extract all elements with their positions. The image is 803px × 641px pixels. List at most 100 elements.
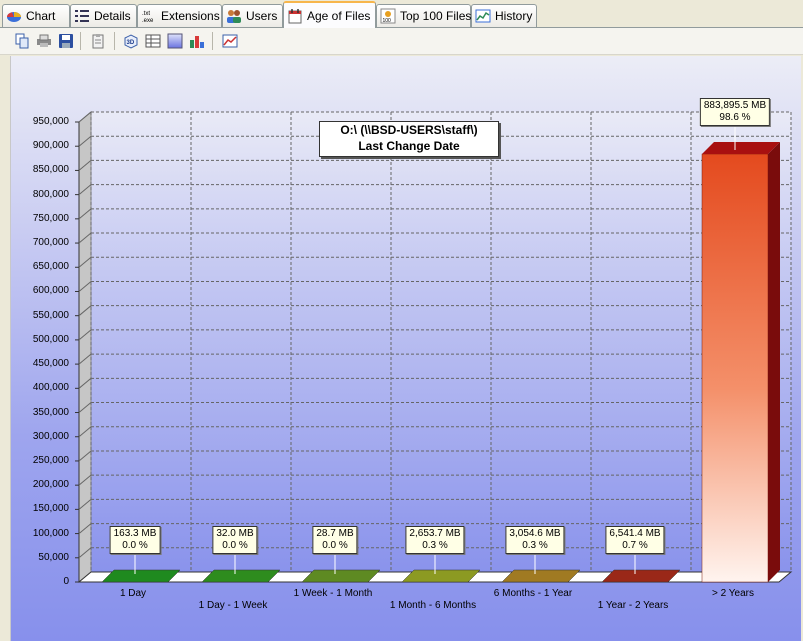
data-label-value: 6,541.4 MB bbox=[609, 528, 661, 539]
x-tick-label: 6 Months - 1 Year bbox=[493, 588, 573, 599]
data-label-percent: 0.3 % bbox=[522, 540, 548, 551]
chart-left-wall bbox=[78, 110, 92, 584]
color-bars-button[interactable] bbox=[187, 31, 207, 51]
list-icon bbox=[74, 8, 90, 24]
x-tick-label: 1 Day - 1 Week bbox=[198, 600, 268, 611]
bar-side bbox=[768, 142, 780, 582]
tab-label: History bbox=[495, 9, 533, 23]
y-tick-label: 250,000 bbox=[32, 454, 69, 466]
calendar-icon bbox=[287, 8, 303, 24]
bar-top bbox=[601, 569, 681, 583]
data-label-percent: 0.0 % bbox=[122, 540, 148, 551]
y-tick-label: 500,000 bbox=[32, 333, 69, 345]
copy-icon bbox=[14, 33, 30, 49]
svg-text:.txt: .txt bbox=[142, 11, 150, 17]
grid-toggle-button[interactable] bbox=[143, 31, 163, 51]
tab-users[interactable]: Users bbox=[222, 4, 283, 27]
chart-toolbar: 3D bbox=[0, 28, 803, 55]
pie-chart-icon bbox=[6, 8, 22, 24]
color-bars-icon bbox=[189, 33, 205, 49]
chart-type-icon bbox=[222, 33, 238, 49]
chart-type-button[interactable] bbox=[220, 31, 240, 51]
y-tick-label: 150,000 bbox=[32, 503, 69, 515]
chart-back-wall bbox=[91, 112, 791, 572]
tab-label: Extensions bbox=[161, 9, 220, 23]
tab-chart[interactable]: Chart bbox=[2, 4, 70, 27]
data-label-percent: 0.7 % bbox=[622, 540, 648, 551]
data-label: 163.3 MB 0.0 % bbox=[109, 526, 161, 554]
top100-icon: 100 bbox=[380, 8, 396, 24]
tab-label: Details bbox=[94, 9, 131, 23]
data-label: 883,895.5 MB 98.6 % bbox=[699, 98, 771, 126]
save-icon bbox=[58, 33, 74, 49]
bar-top bbox=[702, 142, 780, 155]
data-label-value: 32.0 MB bbox=[216, 528, 254, 539]
data-label: 2,653.7 MB 0.3 % bbox=[405, 526, 465, 554]
chart-title-path: O:\ (\\BSD-USERS\staff\) bbox=[340, 123, 478, 137]
data-label-value: 3,054.6 MB bbox=[509, 528, 561, 539]
data-label-value: 163.3 MB bbox=[113, 528, 157, 539]
y-tick-label: 950,000 bbox=[32, 116, 69, 127]
x-tick-label: 1 Year - 2 Years bbox=[597, 600, 669, 611]
y-tick-label: 650,000 bbox=[32, 261, 69, 273]
y-tick-label: 300,000 bbox=[32, 430, 69, 442]
y-tick-label: 350,000 bbox=[32, 406, 69, 418]
tab-history[interactable]: History bbox=[471, 4, 537, 27]
x-tick-label: 1 Week - 1 Month bbox=[293, 588, 373, 599]
data-label: 32.0 MB 0.0 % bbox=[212, 526, 258, 554]
data-label-value: 28.7 MB bbox=[316, 528, 354, 539]
svg-text:.exe: .exe bbox=[142, 18, 154, 24]
tab-label: Top 100 Files bbox=[400, 9, 472, 23]
3d-toggle-button[interactable]: 3D bbox=[121, 31, 141, 51]
3d-toggle-icon: 3D bbox=[123, 33, 139, 49]
tab-bar: Chart Details .txt .exe Extensions Users Age o… bbox=[0, 0, 803, 28]
users-icon bbox=[226, 8, 242, 24]
data-label: 6,541.4 MB 0.7 % bbox=[605, 526, 665, 554]
toolbar-separator bbox=[114, 32, 115, 50]
svg-text:3D: 3D bbox=[127, 40, 135, 46]
bar-top bbox=[201, 569, 281, 583]
x-tick-label: > 2 Years bbox=[712, 588, 754, 599]
clipboard-icon bbox=[90, 33, 106, 49]
data-label-value: 2,653.7 MB bbox=[409, 528, 461, 539]
chart-title-box: O:\ (\\BSD-USERS\staff\) Last Change Dat… bbox=[319, 121, 499, 157]
background-icon bbox=[167, 33, 183, 49]
toolbar-separator bbox=[80, 32, 81, 50]
y-tick-label: 750,000 bbox=[32, 212, 69, 224]
data-label-percent: 98.6 % bbox=[719, 112, 751, 123]
tab-extensions[interactable]: .txt .exe Extensions bbox=[137, 4, 222, 27]
data-label-percent: 0.0 % bbox=[222, 540, 248, 551]
save-button[interactable] bbox=[56, 31, 76, 51]
y-tick-label: 800,000 bbox=[32, 188, 69, 200]
tab-label: Chart bbox=[26, 9, 56, 23]
copy-button[interactable] bbox=[12, 31, 32, 51]
y-tick-label: 0 bbox=[63, 576, 69, 587]
data-label: 28.7 MB 0.0 % bbox=[312, 526, 358, 554]
tab-top-100-files[interactable]: 100 Top 100 Files bbox=[376, 4, 471, 27]
tab-label: Age of Files bbox=[307, 8, 371, 23]
y-tick-label: 450,000 bbox=[32, 358, 69, 370]
y-tick-label: 550,000 bbox=[32, 309, 69, 321]
bar-top bbox=[401, 569, 481, 583]
background-button[interactable] bbox=[165, 31, 185, 51]
y-tick-label: 100,000 bbox=[32, 527, 69, 539]
bar-top bbox=[101, 569, 181, 583]
data-label-percent: 0.3 % bbox=[422, 540, 448, 551]
chart-title-subtitle: Last Change Date bbox=[358, 139, 460, 153]
svg-text:100: 100 bbox=[383, 18, 392, 24]
clipboard-button[interactable] bbox=[88, 31, 108, 51]
y-tick-label: 850,000 bbox=[32, 164, 69, 176]
toolbar-separator bbox=[212, 32, 213, 50]
data-label-value: 883,895.5 MB bbox=[703, 100, 767, 111]
y-tick-label: 400,000 bbox=[32, 382, 69, 394]
bar-top bbox=[301, 569, 381, 583]
tab-details[interactable]: Details bbox=[70, 4, 137, 27]
print-icon bbox=[36, 33, 52, 49]
print-button[interactable] bbox=[34, 31, 54, 51]
tab-label: Users bbox=[246, 9, 278, 23]
tab-age-of-files[interactable]: Age of Files bbox=[283, 1, 376, 28]
grid-toggle-icon bbox=[145, 33, 161, 49]
bar-top bbox=[501, 569, 581, 583]
chart-panel: O:\ (\\BSD-USERS\staff\) Last Change Dat… bbox=[10, 56, 801, 641]
y-tick-label: 200,000 bbox=[32, 479, 69, 491]
